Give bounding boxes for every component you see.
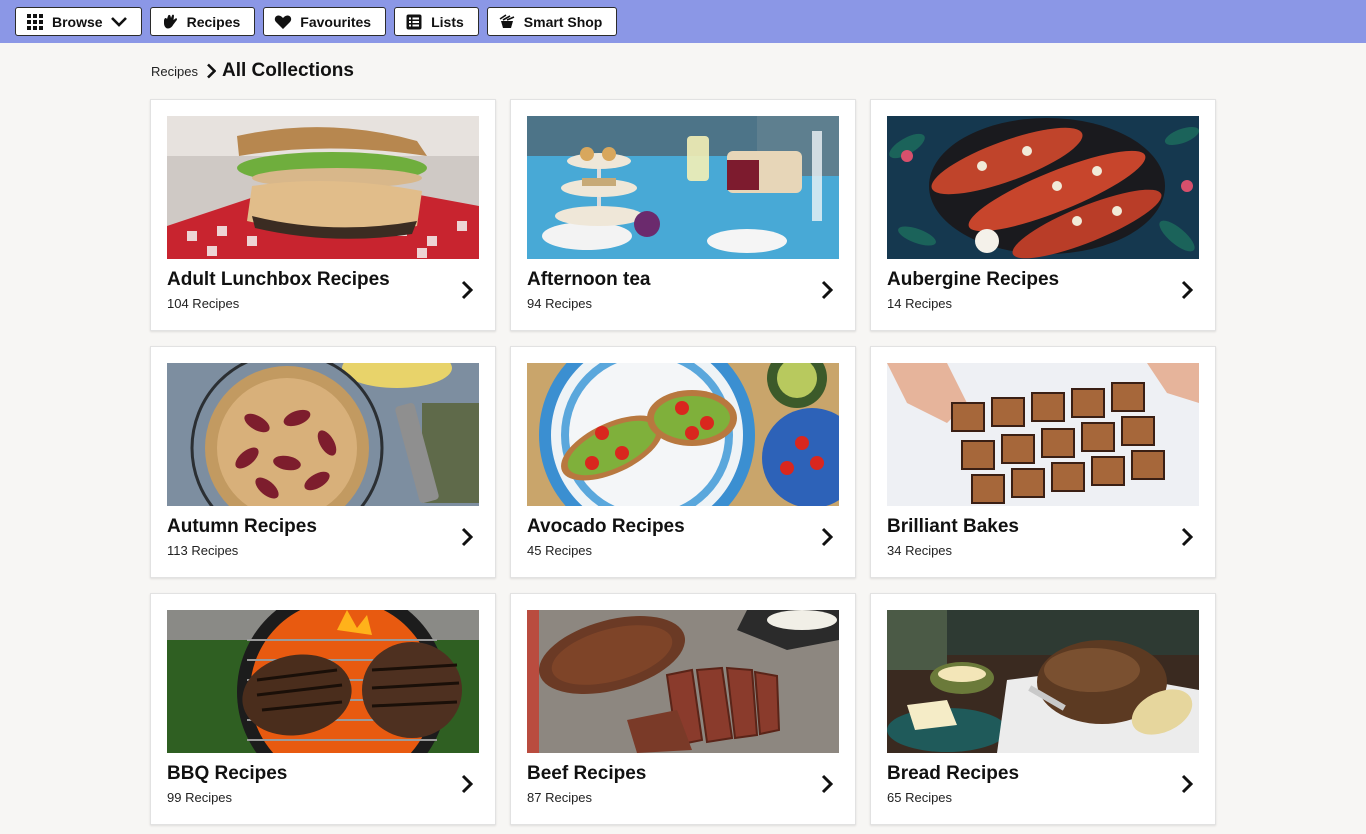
browse-button[interactable]: Browse <box>15 7 142 36</box>
collection-count: 113 Recipes <box>167 543 239 558</box>
basket-icon <box>498 13 516 31</box>
collection-title: Brilliant Bakes <box>887 516 1019 537</box>
collection-card-brilliant-bakes[interactable]: Brilliant Bakes 34 Recipes <box>870 346 1216 578</box>
recipes-label: Recipes <box>186 13 241 30</box>
browse-label: Browse <box>52 13 103 30</box>
heart-icon <box>274 13 292 31</box>
grid-icon <box>26 13 44 31</box>
collection-card-bbq[interactable]: BBQ Recipes 99 Recipes <box>150 593 496 825</box>
chevron-right-icon <box>821 280 833 300</box>
page-title: All Collections <box>221 60 354 81</box>
collection-title: Bread Recipes <box>887 763 1020 784</box>
collection-card-beef[interactable]: Beef Recipes 87 Recipes <box>510 593 856 825</box>
favourites-label: Favourites <box>300 13 372 30</box>
collection-title: Afternoon tea <box>527 269 651 290</box>
collection-card-bread[interactable]: Bread Recipes 65 Recipes <box>870 593 1216 825</box>
chevron-right-icon <box>1181 527 1193 547</box>
breadcrumb: Recipes All Collections <box>151 60 354 82</box>
collection-count: 65 Recipes <box>887 790 953 805</box>
collection-card-autumn[interactable]: Autumn Recipes 113 Recipes <box>150 346 496 578</box>
collections-grid: Adult Lunchbox Recipes 104 Recipes After… <box>150 99 1216 825</box>
collection-count: 45 Recipes <box>527 543 593 558</box>
collection-count: 99 Recipes <box>167 790 233 805</box>
chevron-down-icon <box>110 16 127 28</box>
collection-image <box>167 610 479 753</box>
collection-count: 104 Recipes <box>167 296 240 311</box>
collection-title: BBQ Recipes <box>167 763 288 784</box>
chevron-right-icon <box>1181 280 1193 300</box>
collection-count: 14 Recipes <box>887 296 953 311</box>
lists-button[interactable]: Lists <box>394 7 479 36</box>
chevron-right-icon <box>461 774 473 794</box>
list-icon <box>405 13 423 31</box>
collection-card-aubergine[interactable]: Aubergine Recipes 14 Recipes <box>870 99 1216 331</box>
chef-hand-icon <box>161 13 179 31</box>
chevron-right-icon <box>821 527 833 547</box>
chevron-right-icon <box>1181 774 1193 794</box>
collection-title: Autumn Recipes <box>167 516 317 537</box>
collection-image <box>167 116 479 259</box>
recipes-button[interactable]: Recipes <box>149 7 256 36</box>
collection-image <box>887 363 1199 506</box>
collection-image <box>527 610 839 753</box>
lists-label: Lists <box>431 13 464 30</box>
collection-count: 87 Recipes <box>527 790 593 805</box>
collection-title: Aubergine Recipes <box>887 269 1060 290</box>
collection-image <box>887 610 1199 753</box>
collection-card-avocado[interactable]: Avocado Recipes 45 Recipes <box>510 346 856 578</box>
collection-count: 94 Recipes <box>527 296 593 311</box>
collection-count: 34 Recipes <box>887 543 953 558</box>
breadcrumb-recipes-link[interactable]: Recipes <box>151 64 198 79</box>
collection-image <box>527 116 839 259</box>
chevron-right-icon <box>461 527 473 547</box>
collection-image <box>527 363 839 506</box>
chevron-right-icon <box>821 774 833 794</box>
collection-title: Adult Lunchbox Recipes <box>167 269 390 290</box>
smart-shop-label: Smart Shop <box>523 13 603 30</box>
chevron-right-icon <box>206 63 216 79</box>
smart-shop-button[interactable]: Smart Shop <box>486 7 618 36</box>
favourites-button[interactable]: Favourites <box>263 7 387 36</box>
collection-title: Avocado Recipes <box>527 516 685 537</box>
collection-card-adult-lunchbox[interactable]: Adult Lunchbox Recipes 104 Recipes <box>150 99 496 331</box>
collection-title: Beef Recipes <box>527 763 647 784</box>
top-nav-bar: Browse Recipes Favourites Lists Smart Sh… <box>0 0 1366 43</box>
collection-image <box>887 116 1199 259</box>
chevron-right-icon <box>461 280 473 300</box>
collection-image <box>167 363 479 506</box>
collection-card-afternoon-tea[interactable]: Afternoon tea 94 Recipes <box>510 99 856 331</box>
